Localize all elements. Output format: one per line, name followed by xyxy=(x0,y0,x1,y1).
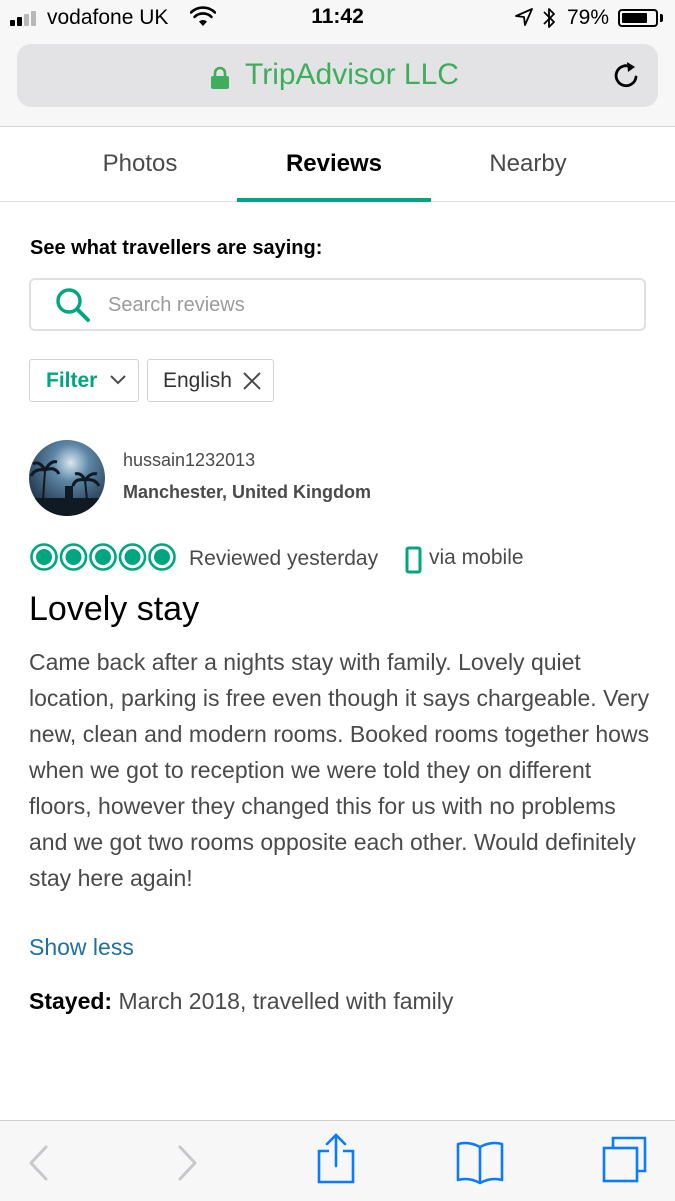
tab-nearby[interactable]: Nearby xyxy=(431,127,625,201)
rating-bubble-fill-4 xyxy=(124,549,141,565)
browser-address-area: TripAdvisor LLC xyxy=(0,38,675,127)
forward-icon[interactable] xyxy=(176,1143,200,1183)
site-title: TripAdvisor LLC xyxy=(245,58,459,91)
avatar-photo xyxy=(29,440,105,516)
reviewer-username[interactable]: hussain1232013 xyxy=(123,450,255,471)
search-icon xyxy=(56,288,90,322)
language-label: English xyxy=(163,369,232,392)
mobile-phone-icon xyxy=(405,546,422,574)
reload-icon[interactable] xyxy=(611,60,643,92)
search-reviews-box[interactable] xyxy=(29,278,646,331)
search-reviews-input[interactable] xyxy=(106,280,630,331)
battery-tip xyxy=(660,14,663,22)
rating-bubble-fill-1 xyxy=(36,549,52,565)
tabs-icon[interactable] xyxy=(601,1135,649,1185)
battery-icon xyxy=(618,9,658,27)
review-date: Reviewed yesterday xyxy=(189,547,379,570)
status-bar: vodafone UK 11:42 79% xyxy=(0,0,675,38)
via-mobile-label: via mobile xyxy=(429,546,524,569)
lock-icon xyxy=(211,66,229,89)
filter-label: Filter xyxy=(46,369,98,392)
rating-bubble-fill-5 xyxy=(154,549,170,565)
reviewer-location: Manchester, United Kingdom xyxy=(123,482,372,502)
tab-bar: Photos Reviews Nearby xyxy=(0,127,675,202)
show-less-link[interactable]: Show less xyxy=(29,934,134,961)
rating-bubble-fill-3 xyxy=(95,549,111,565)
address-bar[interactable]: TripAdvisor LLC xyxy=(17,44,658,107)
review-body: Came back after a nights stay with famil… xyxy=(29,649,650,891)
location-arrow-icon xyxy=(515,8,533,26)
stayed-value: March 2018, travelled with family xyxy=(112,988,454,1014)
bluetooth-icon xyxy=(543,8,555,28)
avatar[interactable] xyxy=(29,440,105,516)
language-filter-chip[interactable]: English xyxy=(147,359,274,402)
tab-reviews[interactable]: Reviews xyxy=(237,127,431,202)
share-icon[interactable] xyxy=(315,1133,357,1185)
stayed-label: Stayed: xyxy=(29,988,113,1014)
filter-button[interactable]: Filter xyxy=(29,359,139,402)
rating-bubbles xyxy=(30,543,176,571)
rating-bubble-fill-2 xyxy=(65,549,82,565)
bookmarks-icon[interactable] xyxy=(455,1139,505,1185)
chevron-down-icon xyxy=(110,375,126,385)
battery-percent: 79% xyxy=(567,6,610,29)
reviews-heading: See what travellers are saying: xyxy=(30,237,323,259)
review-title: Lovely stay xyxy=(29,590,200,628)
back-icon[interactable] xyxy=(26,1143,50,1183)
stayed-info: Stayed: March 2018, travelled with famil… xyxy=(29,988,453,1015)
tab-photos[interactable]: Photos xyxy=(43,127,237,201)
close-icon[interactable] xyxy=(242,371,262,391)
browser-toolbar xyxy=(0,1120,675,1201)
